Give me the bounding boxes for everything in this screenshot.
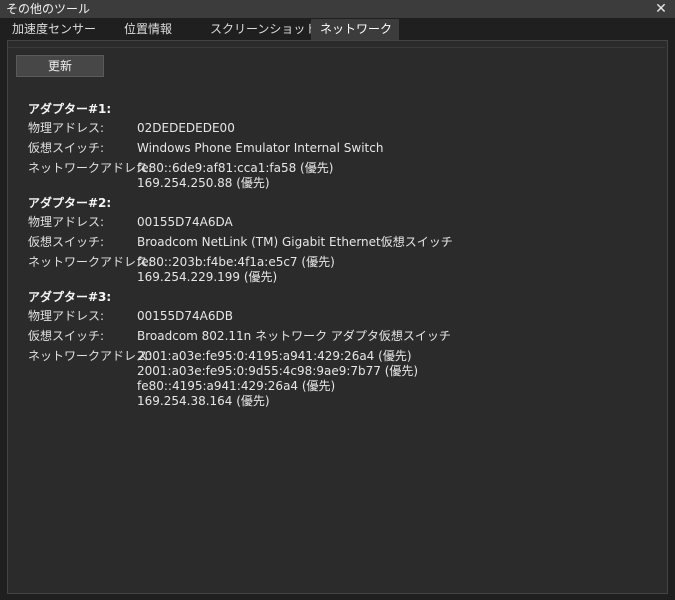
virtual-switch-label: 仮想スイッチ:	[28, 329, 105, 343]
adapter-title: アダプター#2:	[28, 196, 112, 210]
physical-address-row: 物理アドレス: 02DEDEDEDE00	[28, 121, 658, 136]
virtual-switch-value: Broadcom 802.11n ネットワーク アダプタ仮想スイッチ	[137, 329, 451, 343]
network-address-value: 2001:a03e:fe95:0:9d55:4c98:9ae9:7b77 (優先…	[137, 364, 419, 378]
virtual-switch-row: 仮想スイッチ: Broadcom NetLink (TM) Gigabit Et…	[28, 235, 658, 250]
physical-address-label: 物理アドレス:	[28, 121, 105, 135]
network-address-value: fe80::203b:f4be:4f1a:e5c7 (優先)	[137, 255, 335, 269]
tools-window: その他のツール ✕ 加速度センサー 位置情報 スクリーンショット ネットワーク …	[0, 0, 675, 600]
physical-address-row: 物理アドレス: 00155D74A6DA	[28, 215, 658, 230]
close-icon[interactable]: ✕	[654, 0, 668, 18]
network-address-value: 169.254.250.88 (優先)	[137, 176, 270, 190]
physical-address-label: 物理アドレス:	[28, 215, 105, 229]
network-address-value: 169.254.38.164 (優先)	[137, 394, 270, 408]
adapter-section: アダプター#1: 物理アドレス: 02DEDEDEDE00 仮想スイッチ: Wi…	[28, 101, 658, 191]
adapter-section: アダプター#2: 物理アドレス: 00155D74A6DA 仮想スイッチ: Br…	[28, 195, 658, 285]
network-address-row: ネットワークアドレス: fe80::6de9:af81:cca1:fa58 (優…	[28, 161, 658, 191]
network-address-label: ネットワークアドレス:	[28, 255, 153, 269]
refresh-button[interactable]: 更新	[16, 55, 104, 77]
network-address-label: ネットワークアドレス:	[28, 161, 153, 175]
virtual-switch-value: Windows Phone Emulator Internal Switch	[137, 141, 384, 155]
network-address-row: ネットワークアドレス: fe80::203b:f4be:4f1a:e5c7 (優…	[28, 255, 658, 285]
adapter-title: アダプター#3:	[28, 290, 112, 304]
virtual-switch-label: 仮想スイッチ:	[28, 141, 105, 155]
network-address-row: ネットワークアドレス: 2001:a03e:fe95:0:4195:a941:4…	[28, 349, 658, 409]
adapter-section: アダプター#3: 物理アドレス: 00155D74A6DB 仮想スイッチ: Br…	[28, 289, 658, 409]
network-address-value: 169.254.229.199 (優先)	[137, 270, 278, 284]
virtual-switch-row: 仮想スイッチ: Broadcom 802.11n ネットワーク アダプタ仮想スイ…	[28, 329, 658, 344]
virtual-switch-label: 仮想スイッチ:	[28, 235, 105, 249]
network-address-value: 2001:a03e:fe95:0:4195:a941:429:26a4 (優先)	[137, 349, 412, 363]
tab-accelerometer[interactable]: 加速度センサー	[0, 19, 112, 40]
virtual-switch-value: Broadcom NetLink (TM) Gigabit Ethernet仮想…	[137, 235, 453, 249]
network-address-label: ネットワークアドレス:	[28, 349, 153, 363]
physical-address-value: 02DEDEDEDE00	[137, 121, 235, 135]
adapter-list: アダプター#1: 物理アドレス: 02DEDEDEDE00 仮想スイッチ: Wi…	[28, 101, 658, 409]
tab-network[interactable]: ネットワーク	[311, 19, 399, 40]
network-address-value: fe80::4195:a941:429:26a4 (優先)	[137, 379, 336, 393]
virtual-switch-row: 仮想スイッチ: Windows Phone Emulator Internal …	[28, 141, 658, 156]
tab-screenshot[interactable]: スクリーンショット	[198, 19, 317, 40]
title-bar: その他のツール ✕	[0, 0, 675, 18]
physical-address-label: 物理アドレス:	[28, 309, 105, 323]
physical-address-row: 物理アドレス: 00155D74A6DB	[28, 309, 658, 324]
adapter-title: アダプター#1:	[28, 102, 112, 116]
tab-strip: 加速度センサー 位置情報 スクリーンショット ネットワーク	[0, 18, 675, 40]
physical-address-value: 00155D74A6DA	[137, 215, 233, 229]
physical-address-value: 00155D74A6DB	[137, 309, 233, 323]
network-address-value: fe80::6de9:af81:cca1:fa58 (優先)	[137, 161, 334, 175]
window-title: その他のツール	[6, 2, 91, 16]
tab-location[interactable]: 位置情報	[112, 19, 198, 40]
